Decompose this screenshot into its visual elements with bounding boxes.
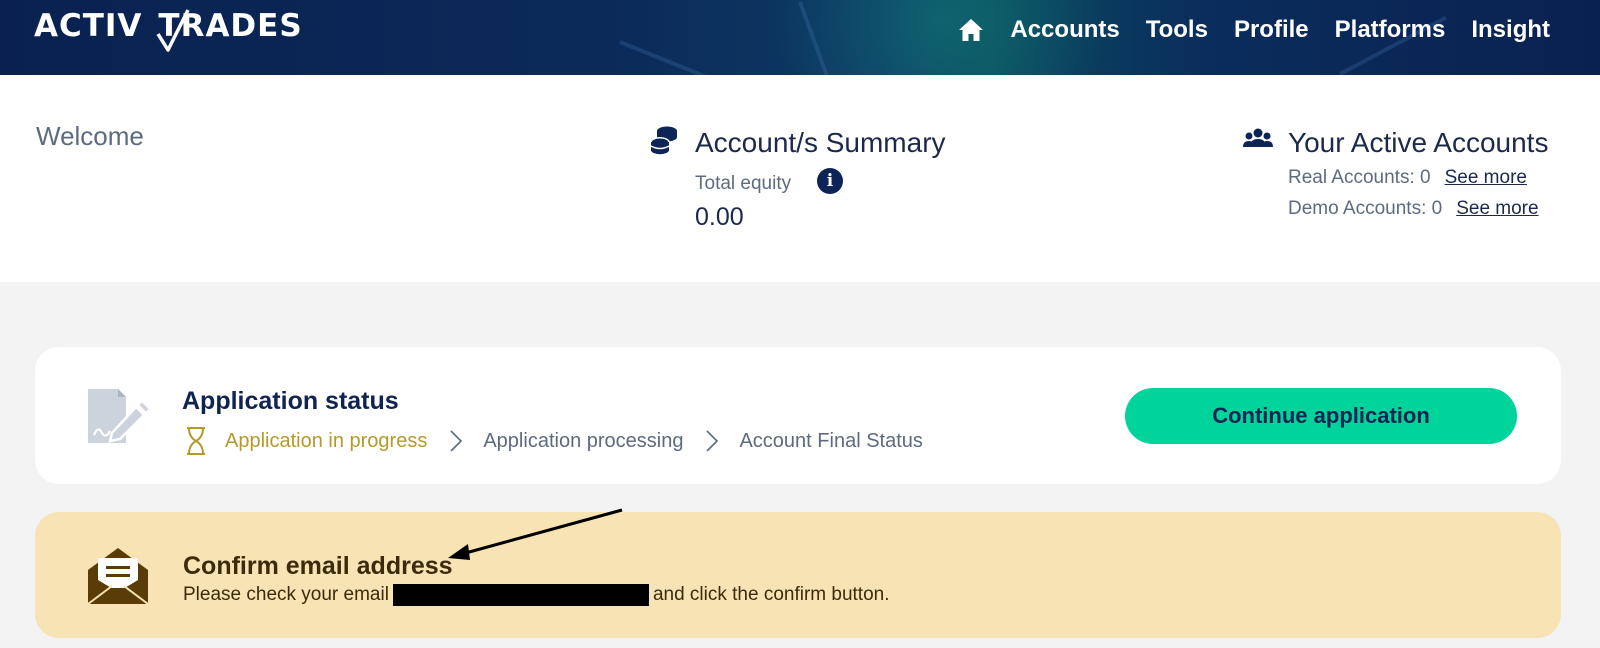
step-account-final-status: Account Final Status: [739, 429, 923, 452]
home-icon[interactable]: [958, 17, 984, 43]
account-summary-title: Account/s Summary: [695, 127, 946, 158]
info-icon[interactable]: i: [817, 168, 843, 194]
confirm-email-text-after: and click the confirm button.: [652, 584, 890, 605]
nav-accounts[interactable]: Accounts: [1010, 16, 1119, 44]
demo-accounts-label: Demo Accounts: 0: [1288, 198, 1443, 219]
confirm-email-text: Please check your email and click the co…: [183, 584, 890, 606]
hourglass-icon: [187, 427, 205, 455]
users-icon: [1243, 128, 1273, 147]
application-status-card: Application status Application in progre…: [35, 347, 1561, 484]
logo-check-mark-icon: [156, 9, 190, 52]
total-equity-value: 0.00: [695, 203, 744, 231]
signed-document-icon: [88, 389, 150, 443]
confirm-email-notice: Confirm email address Please check your …: [35, 512, 1561, 638]
confirm-email-text-before: Please check your email: [183, 584, 389, 605]
main-navigation: Accounts Tools Profile Platforms Insight: [958, 12, 1550, 48]
application-steps: Application in progress Application proc…: [185, 427, 923, 455]
total-equity-label: Total equity: [695, 173, 792, 194]
real-accounts-label: Real Accounts: 0: [1288, 167, 1431, 188]
open-envelope-icon: [87, 548, 149, 605]
logo-text-left: ACTIV: [34, 8, 143, 44]
confirm-email-title: Confirm email address: [183, 552, 453, 580]
chevron-right-icon: [450, 430, 463, 452]
demo-accounts-row: Demo Accounts: 0 See more: [1288, 198, 1539, 220]
chevron-right-icon: [706, 430, 719, 452]
nav-platforms[interactable]: Platforms: [1335, 16, 1446, 44]
active-accounts-title: Your Active Accounts: [1288, 127, 1549, 158]
nav-profile[interactable]: Profile: [1234, 16, 1309, 44]
real-accounts-see-more-link[interactable]: See more: [1445, 167, 1527, 188]
top-navigation-bar: ACTIV TRADES Accounts Tools Profile Platf…: [0, 0, 1600, 75]
redacted-email: [392, 584, 649, 606]
welcome-heading: Welcome: [36, 121, 144, 151]
summary-panel: Welcome Account/s Summary Total equity i…: [0, 75, 1600, 282]
step-application-in-progress: Application in progress: [225, 429, 428, 452]
activtrades-logo[interactable]: ACTIV TRADES: [34, 8, 303, 52]
application-status-title: Application status: [182, 387, 399, 415]
nav-insight[interactable]: Insight: [1471, 16, 1550, 44]
step-application-processing: Application processing: [483, 429, 684, 452]
coins-icon: [650, 126, 677, 155]
real-accounts-row: Real Accounts: 0 See more: [1288, 167, 1527, 189]
demo-accounts-see-more-link[interactable]: See more: [1456, 198, 1538, 219]
continue-application-button[interactable]: Continue application: [1125, 388, 1517, 444]
header-decoration: [619, 40, 751, 75]
nav-tools[interactable]: Tools: [1146, 16, 1208, 44]
